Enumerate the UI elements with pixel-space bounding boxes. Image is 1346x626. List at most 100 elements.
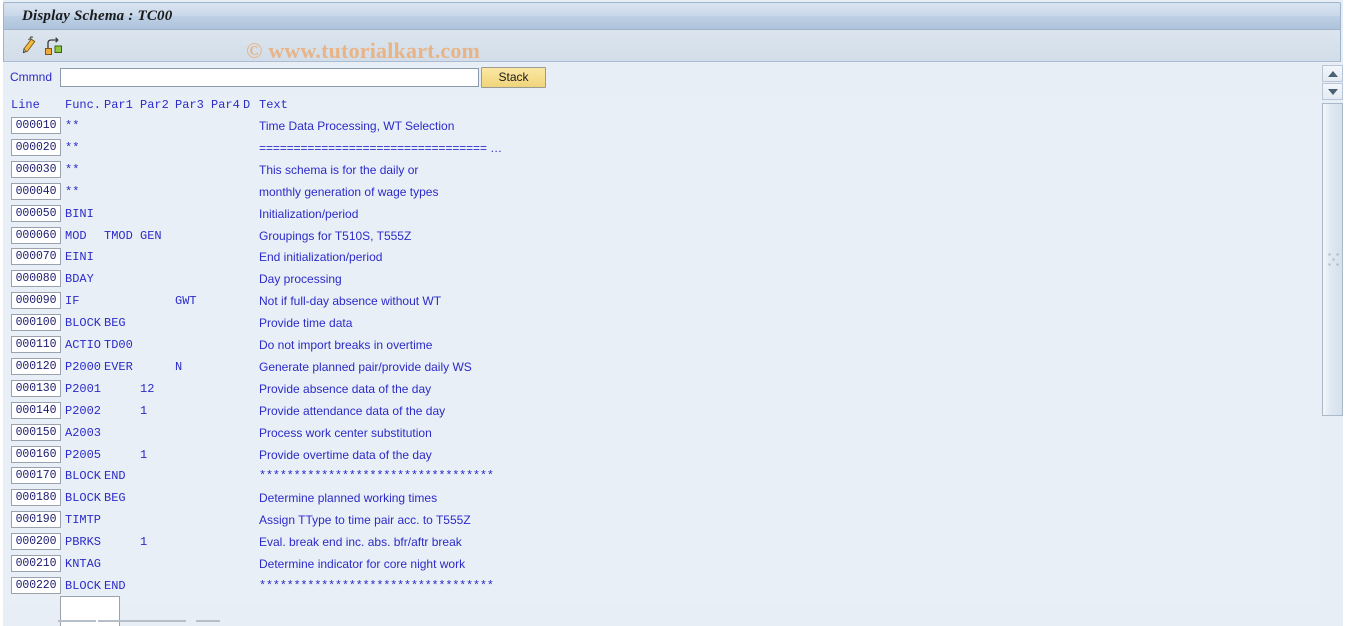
- bottom-partial-field-3[interactable]: [196, 620, 220, 622]
- scrollbar-thumb[interactable]: [1322, 103, 1343, 416]
- scroll-up-arrow-icon[interactable]: [1322, 65, 1343, 82]
- vertical-scrollbar[interactable]: [1322, 65, 1343, 416]
- func-cell[interactable]: P2001: [65, 382, 101, 396]
- line-number-field[interactable]: 000220: [11, 576, 61, 594]
- func-cell[interactable]: **: [65, 119, 79, 133]
- text-cell[interactable]: Groupings for T510S, T555Z: [259, 229, 411, 243]
- text-cell[interactable]: This schema is for the daily or: [259, 163, 418, 177]
- line-number-field[interactable]: 000080: [11, 270, 61, 288]
- line-number-field[interactable]: 000200: [11, 533, 61, 551]
- func-cell[interactable]: BLOCK: [65, 491, 101, 505]
- table-row[interactable]: 000050 BINI Initialization/period: [3, 203, 1320, 225]
- par3-cell[interactable]: GWT: [175, 294, 197, 308]
- scroll-down-arrow-icon[interactable]: [1322, 83, 1343, 100]
- schema-structure-icon[interactable]: [42, 34, 66, 58]
- func-cell[interactable]: BINI: [65, 207, 94, 221]
- table-row[interactable]: 000200 PBRKS 1 Eval. break end inc. abs. bf…: [3, 531, 1320, 553]
- line-number-field[interactable]: 000100: [11, 314, 61, 332]
- func-cell[interactable]: MOD: [65, 229, 87, 243]
- par2-cell[interactable]: 12: [140, 382, 154, 396]
- table-row[interactable]: 000030 ** This schema is for the daily or: [3, 159, 1320, 181]
- text-cell[interactable]: Provide overtime data of the day: [259, 448, 432, 462]
- line-number-field[interactable]: 000070: [11, 248, 61, 266]
- func-cell[interactable]: BLOCK: [65, 469, 101, 483]
- text-cell[interactable]: Determine indicator for core night work: [259, 557, 465, 571]
- command-input[interactable]: [60, 68, 479, 87]
- text-cell[interactable]: Provide attendance data of the day: [259, 404, 445, 418]
- edit-schema-icon[interactable]: [16, 34, 40, 58]
- line-number-field[interactable]: 000130: [11, 379, 61, 397]
- par2-cell[interactable]: 1: [140, 535, 147, 549]
- line-number-field[interactable]: 000180: [11, 489, 61, 507]
- line-number-field[interactable]: 000210: [11, 555, 61, 572]
- table-row[interactable]: 000040 ** monthly generation of wage types: [3, 181, 1320, 203]
- table-row[interactable]: 000070 EINI End initialization/period: [3, 246, 1320, 268]
- line-number-field[interactable]: 000140: [11, 401, 61, 419]
- text-cell[interactable]: Initialization/period: [259, 207, 358, 221]
- func-cell[interactable]: KNTAG: [65, 557, 101, 571]
- text-cell[interactable]: Day processing: [259, 272, 342, 286]
- stack-button[interactable]: Stack: [481, 67, 546, 88]
- line-number-field[interactable]: 000160: [11, 445, 61, 463]
- table-row[interactable]: 000010 ** Time Data Processing, WT Selecti…: [3, 115, 1320, 137]
- bottom-partial-field-1[interactable]: [58, 620, 96, 622]
- line-number-field[interactable]: 000150: [11, 423, 61, 441]
- text-cell[interactable]: Time Data Processing, WT Selection: [259, 119, 454, 133]
- table-row[interactable]: 000170 BLOCK END **************************…: [3, 465, 1320, 487]
- par1-cell[interactable]: EVER: [104, 360, 133, 374]
- text-cell[interactable]: Determine planned working times: [259, 491, 437, 505]
- table-row[interactable]: 000130 P2001 12 Provide absence data of the…: [3, 378, 1320, 400]
- text-cell[interactable]: **********************************: [259, 469, 494, 483]
- par1-cell[interactable]: TD00: [104, 338, 133, 352]
- table-row[interactable]: 000100 BLOCK BEG Provide time data: [3, 312, 1320, 334]
- line-number-field[interactable]: 000020: [11, 138, 61, 156]
- table-row[interactable]: 000190 TIMTP Assign TType to time pair acc…: [3, 509, 1320, 531]
- func-cell[interactable]: P2002: [65, 404, 101, 418]
- line-number-field[interactable]: 000120: [11, 357, 61, 375]
- table-row[interactable]: 000090 IF GWT Not if full-day absence witho…: [3, 290, 1320, 312]
- text-cell[interactable]: Process work center substitution: [259, 426, 432, 440]
- line-number-field[interactable]: 000170: [11, 467, 61, 485]
- text-cell[interactable]: Not if full-day absence without WT: [259, 294, 441, 308]
- func-cell[interactable]: P2005: [65, 448, 101, 462]
- table-row[interactable]: 000060 MOD TMOD GEN Groupings for T510S, T55…: [3, 225, 1320, 247]
- line-number-field[interactable]: 000090: [11, 292, 61, 310]
- text-cell[interactable]: Provide time data: [259, 316, 352, 330]
- text-cell[interactable]: **********************************: [259, 579, 494, 593]
- func-cell[interactable]: BLOCK: [65, 316, 101, 330]
- bottom-partial-field-2[interactable]: [98, 620, 186, 622]
- line-number-field[interactable]: 000010: [11, 117, 61, 134]
- text-cell[interactable]: Assign TType to time pair acc. to T555Z: [259, 513, 471, 527]
- func-cell[interactable]: **: [65, 185, 79, 199]
- table-row[interactable]: 000020 ** ================================…: [3, 137, 1320, 159]
- line-number-field[interactable]: 000110: [11, 336, 61, 353]
- par2-cell[interactable]: 1: [140, 404, 147, 418]
- line-number-field[interactable]: 000050: [11, 204, 61, 222]
- table-row[interactable]: 000080 BDAY Day processing: [3, 268, 1320, 290]
- line-number-field[interactable]: 000190: [11, 511, 61, 529]
- func-cell[interactable]: P2000: [65, 360, 101, 374]
- line-number-field[interactable]: 000030: [11, 160, 61, 178]
- par2-cell[interactable]: GEN: [140, 229, 162, 243]
- par1-cell[interactable]: END: [104, 469, 126, 483]
- text-cell[interactable]: Provide absence data of the day: [259, 382, 431, 396]
- func-cell[interactable]: **: [65, 163, 79, 177]
- func-cell[interactable]: TIMTP: [65, 513, 101, 527]
- func-cell[interactable]: BLOCK: [65, 579, 101, 593]
- func-cell[interactable]: IF: [65, 294, 79, 308]
- scrollbar-track[interactable]: [1322, 103, 1343, 416]
- table-row[interactable]: 000150 A2003 Process work center substitut…: [3, 422, 1320, 444]
- func-cell[interactable]: EINI: [65, 250, 94, 264]
- table-row[interactable]: 000110 ACTIO TD00 Do not import breaks in o…: [3, 334, 1320, 356]
- par3-cell[interactable]: N: [175, 360, 182, 374]
- par1-cell[interactable]: TMOD: [104, 229, 133, 243]
- table-row[interactable]: 000220 BLOCK END **************************…: [3, 575, 1320, 597]
- table-row[interactable]: 000180 BLOCK BEG Determine planned working …: [3, 487, 1320, 509]
- par1-cell[interactable]: BEG: [104, 491, 126, 505]
- text-cell[interactable]: Eval. break end inc. abs. bfr/aftr break: [259, 535, 462, 549]
- table-row[interactable]: 000140 P2002 1 Provide attendance data of t…: [3, 400, 1320, 422]
- line-number-field[interactable]: 000060: [11, 226, 61, 244]
- func-cell[interactable]: BDAY: [65, 272, 94, 286]
- table-row[interactable]: 000160 P2005 1 Provide overtime data of the…: [3, 444, 1320, 466]
- text-cell[interactable]: Generate planned pair/provide daily WS: [259, 360, 472, 374]
